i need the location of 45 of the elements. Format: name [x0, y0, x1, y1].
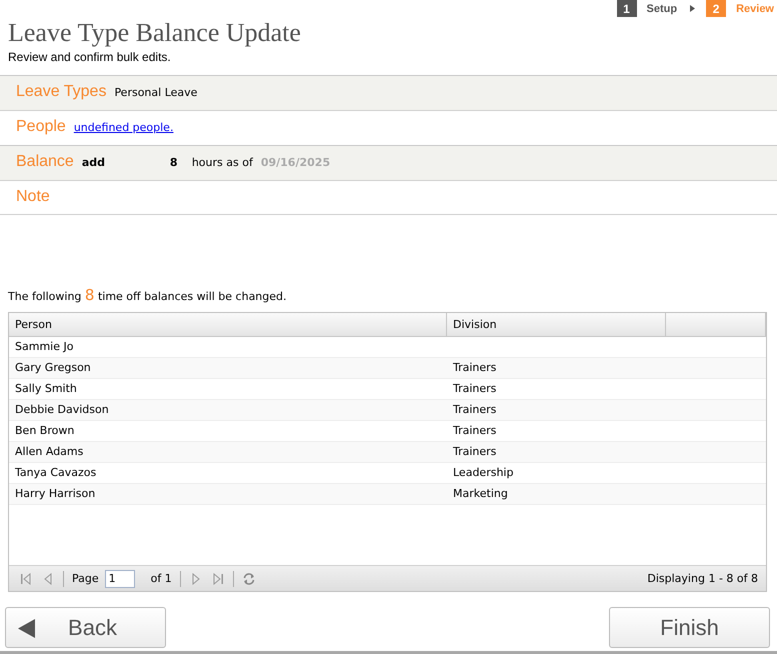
- page-subtitle: Review and confirm bulk edits.: [8, 49, 171, 65]
- last-page-icon[interactable]: [210, 572, 225, 586]
- table-cell-text: Gary Gregson: [14, 360, 92, 376]
- refresh-icon[interactable]: [242, 572, 256, 586]
- table-cell-text: Harry Harrison: [14, 486, 96, 502]
- column-header[interactable]: Person: [9, 313, 447, 336]
- step-number: 2: [706, 0, 726, 17]
- step-label: Review: [736, 2, 774, 14]
- balance-action: add: [82, 156, 106, 169]
- finish-button[interactable]: Finish: [609, 607, 770, 648]
- leave-type-value: Personal Leave: [114, 86, 198, 99]
- summary-sentence: The following 8 time off balances will be changed.: [8, 285, 287, 306]
- page-label: Page: [72, 572, 99, 585]
- table-cell-text: Leadership: [452, 465, 514, 481]
- column-header[interactable]: Division: [447, 313, 666, 336]
- step-number: 1: [616, 0, 637, 17]
- summary-label: Note: [16, 188, 50, 206]
- back-button[interactable]: Back: [5, 607, 166, 648]
- summary-label: People: [16, 118, 66, 136]
- summary-label: Balance: [16, 153, 74, 171]
- display-count: Displaying 1 - 8 of 8: [647, 572, 758, 585]
- table-cell-text: Allen Adams: [14, 444, 84, 460]
- summary-label: Leave Types: [16, 83, 106, 101]
- table-cell-text: Trainers: [452, 381, 498, 397]
- page-title: Leave Type Balance Update: [8, 18, 301, 48]
- table-cell-text: Trainers: [452, 360, 498, 376]
- page-number-input[interactable]: 1: [104, 570, 135, 588]
- table-cell-text: Tanya Cavazos: [14, 465, 98, 481]
- table-cell-text: Ben Brown: [14, 423, 76, 439]
- table-cell-text: Trainers: [452, 423, 498, 439]
- table-cell-text: Trainers: [452, 444, 498, 460]
- step-label: Setup: [646, 2, 678, 14]
- balance-unit: hours as of: [192, 156, 253, 169]
- balance-date: 09/16/2025: [260, 156, 330, 169]
- first-page-icon[interactable]: [19, 572, 33, 586]
- table-cell-text: Sally Smith: [14, 381, 78, 397]
- step-arrow-icon: [690, 5, 696, 12]
- people-link[interactable]: undefined people.: [74, 121, 174, 134]
- table-cell-text: Sammie Jo: [14, 339, 74, 355]
- left-triangle-icon: [18, 619, 35, 638]
- table-cell-text: Debbie Davidson: [14, 402, 110, 418]
- table-cell-text: Marketing: [452, 486, 509, 502]
- table-cell-text: Trainers: [452, 402, 498, 418]
- balance-amount: 8: [170, 156, 178, 169]
- page-count: of 1: [150, 572, 172, 585]
